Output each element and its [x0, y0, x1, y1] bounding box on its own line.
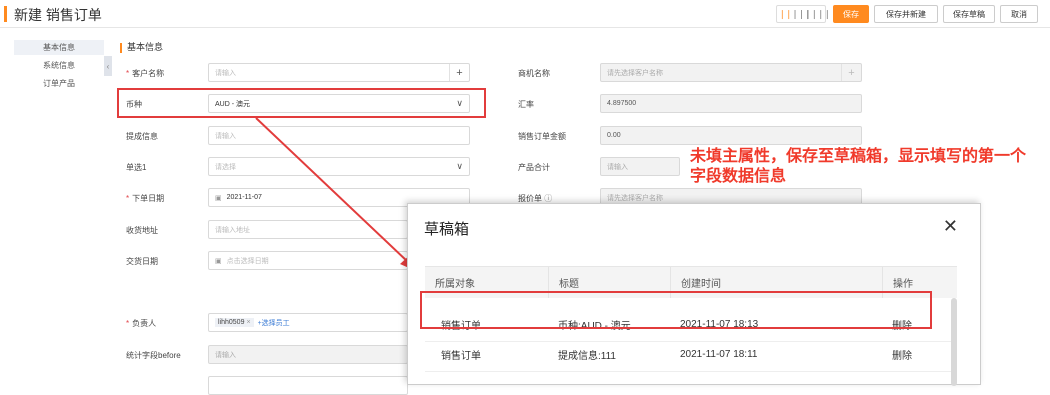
row-created: 2021-11-07 18:11 [680, 348, 758, 360]
delete-link[interactable]: 删除 [882, 337, 957, 371]
row-highlight-box [420, 291, 932, 329]
draft-box-dialog: 草稿箱 ✕ 所属对象 标题 创建时间 操作 销售订单 币种:AUD - 澳元 2… [407, 203, 981, 386]
table-row[interactable]: 销售订单 提成信息:111 2021-11-07 18:11 删除 [425, 337, 957, 372]
row-object: 销售订单 [441, 350, 481, 362]
dialog-title: 草稿箱 [424, 221, 470, 238]
close-icon[interactable]: ✕ [943, 216, 958, 237]
scrollbar[interactable] [951, 298, 957, 386]
row-title: 提成信息:111 [558, 350, 616, 362]
